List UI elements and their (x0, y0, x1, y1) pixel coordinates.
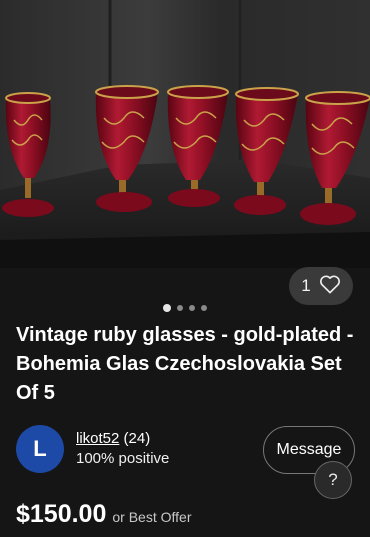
pagination-dot-1[interactable] (163, 304, 171, 312)
favorite-button[interactable]: 1 (289, 267, 353, 305)
pagination-dot-4[interactable] (201, 305, 207, 311)
seller-name-link[interactable]: likot52 (76, 430, 119, 447)
price: $150.00 (16, 500, 107, 528)
product-photo-image (0, 0, 370, 268)
pagination-dot-3[interactable] (189, 305, 195, 311)
seller-positive-rating: 100% positive (76, 450, 170, 467)
seller-info: L likot52 (24) 100% positive (16, 425, 169, 473)
best-offer-note: or Best Offer (112, 509, 192, 525)
help-button[interactable]: ? (314, 461, 352, 499)
image-pagination-dots (0, 304, 370, 312)
product-photo[interactable] (0, 0, 370, 268)
seller-feedback-count: (24) (123, 430, 151, 447)
seller-avatar[interactable]: L (16, 425, 64, 473)
heart-icon (319, 274, 341, 299)
favorite-count: 1 (301, 276, 311, 295)
price-row: $150.00 or Best Offer (16, 500, 191, 529)
listing-title: Vintage ruby glasses - gold-plated - Boh… (16, 324, 354, 404)
pagination-dot-2[interactable] (177, 305, 183, 311)
